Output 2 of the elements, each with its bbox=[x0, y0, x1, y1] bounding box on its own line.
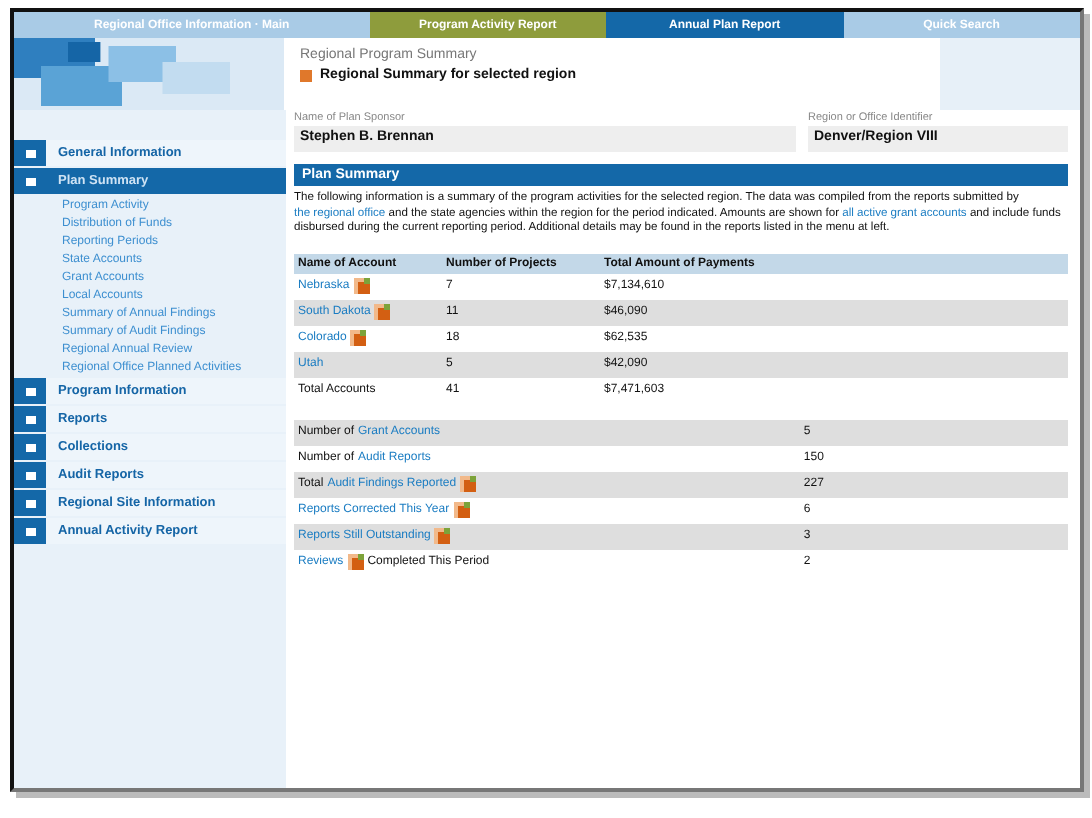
square-icon bbox=[300, 69, 312, 81]
header-panel bbox=[940, 38, 1080, 110]
